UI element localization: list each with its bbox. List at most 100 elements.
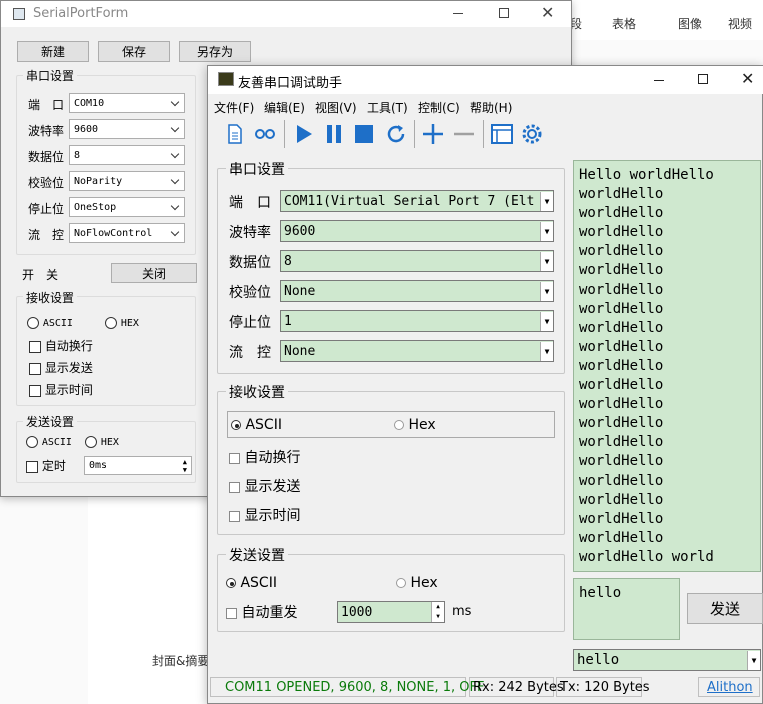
form1-flow-combo[interactable]: NoFlowControl [69,223,185,243]
send-button[interactable]: 发送 [687,593,763,624]
save-button[interactable]: 保存 [98,41,170,62]
window-icon[interactable] [489,120,515,148]
bg-tab-table[interactable]: 表格 [612,15,636,32]
recv-hex-radio[interactable]: Hex [394,417,436,433]
receive-line: worldHello [579,205,664,222]
form1-databits-combo[interactable]: 8 [69,145,185,165]
minus-icon[interactable] [451,120,477,148]
port-group-title: 串口设置 [226,159,288,179]
show-time-checkbox[interactable]: 显示时间 [29,381,93,398]
receive-line: worldHello [579,338,664,355]
databits-combo[interactable]: 8 ▼ [280,250,554,272]
ascii-radio[interactable]: ASCII [27,315,73,329]
receive-line: worldHello [579,510,664,527]
combo-value: 1 [284,313,292,329]
recv-hex-label: Hex [408,417,436,433]
plus-icon[interactable] [420,120,446,148]
receive-line: worldHello [579,377,664,394]
menu-control[interactable]: 控制(C) [418,99,460,116]
spin-arrows-icon[interactable]: ▲ ▼ [183,458,187,474]
play-icon[interactable] [291,120,317,148]
resend-interval-spinbox[interactable]: 1000 ▲ ▼ [337,601,445,623]
form1-parity-combo[interactable]: NoParity [69,171,185,191]
save-as-button[interactable]: 另存为 [179,41,251,62]
menu-tools[interactable]: 工具(T) [367,99,408,116]
bg-tab-image[interactable]: 图像 [678,15,702,32]
flow-combo[interactable]: None ▼ [280,340,554,362]
combo-value: None [284,283,316,299]
form1-port-combo[interactable]: COM10 [69,93,185,113]
form1-titlebar: SerialPortForm ✕ [1,1,571,27]
auto-wrap-checkbox[interactable]: 自动换行 [29,337,93,354]
dropdown-arrow-icon: ▼ [747,650,760,670]
combo-value: 8 [74,149,81,161]
hex-label: HEX [120,318,139,329]
port-combo[interactable]: COM11(Virtual Serial Port 7 (Elt ▼ [280,190,554,212]
close-icon[interactable]: ✕ [741,69,754,88]
minimize-icon[interactable] [654,80,664,81]
menu-file[interactable]: 文件(F) [214,99,254,116]
recv-ascii-radio[interactable]: ASCII [231,417,282,433]
stopbits-combo[interactable]: 1 ▼ [280,310,554,332]
refresh-icon[interactable] [383,120,409,148]
checkbox-label: 自动换行 [44,339,93,353]
receive-line: worldHello [579,396,664,413]
chevron-down-icon [170,176,180,186]
send-ascii-radio[interactable]: ASCII [26,434,72,448]
receive-line: worldHello [579,529,664,546]
auto-wrap-checkbox[interactable]: 自动换行 [229,447,300,467]
menu-edit[interactable]: 编辑(E) [264,99,305,116]
menu-help[interactable]: 帮助(H) [470,99,512,116]
receive-textarea[interactable]: Hello worldHello worldHello worldHello worl… [573,160,761,572]
close-icon[interactable]: ✕ [541,3,554,22]
maximize-icon[interactable] [499,8,509,18]
close-port-button[interactable]: 关闭 [111,263,197,283]
form1-row-label: 停止位 [28,202,65,216]
gear-icon[interactable] [519,120,545,148]
toolbar-separator [284,120,285,148]
send-ascii-radio[interactable]: ASCII [226,575,277,591]
spin-arrows-icon[interactable]: ▲ ▼ [431,602,444,622]
radio-icon [85,435,97,448]
receive-line: worldHello [579,357,664,374]
history-combo[interactable]: hello ▼ [573,649,761,671]
recv-group-title: 接收设置 [226,382,288,402]
minimize-icon[interactable] [453,13,463,14]
bg-tab-video[interactable]: 视频 [728,15,752,32]
loop-icon[interactable] [252,120,278,148]
status-link-text[interactable]: Alithon [707,680,753,695]
show-time-checkbox[interactable]: 显示时间 [229,505,300,525]
auto-resend-checkbox[interactable]: 自动重发 [226,602,297,622]
send-hex-label: Hex [410,575,438,591]
menu-view[interactable]: 视图(V) [315,99,357,116]
stop-icon[interactable] [352,120,376,148]
combo-value: 8 [284,253,292,269]
new-button[interactable]: 新建 [17,41,89,62]
maximize-icon[interactable] [698,74,708,84]
combo-value: None [284,343,316,359]
hex-radio[interactable]: HEX [105,315,139,329]
new-file-icon[interactable] [224,120,246,148]
dropdown-arrow-icon: ▼ [540,281,553,301]
timer-spinbox[interactable]: 0ms ▲ ▼ [84,456,192,475]
form1-row-label: 流 控 [28,228,65,242]
show-send-checkbox[interactable]: 显示发送 [29,359,93,376]
send-hex-radio[interactable]: Hex [396,575,438,591]
pause-icon[interactable] [322,120,346,148]
send-hex-radio[interactable]: HEX [85,434,119,448]
combo-value: OneStop [74,201,117,213]
checkbox-icon [26,460,38,473]
form1-stopbits-combo[interactable]: OneStop [69,197,185,217]
radio-icon [226,578,236,588]
form1-baud-combo[interactable]: 9600 [69,119,185,139]
radio-icon [231,420,241,430]
status-link[interactable]: Alithon [698,677,760,697]
send-textarea[interactable]: hello [573,578,680,640]
baud-combo[interactable]: 9600 ▼ [280,220,554,242]
parity-combo[interactable]: None ▼ [280,280,554,302]
show-send-checkbox[interactable]: 显示发送 [229,476,300,496]
checkbox-icon [229,452,240,464]
menu-bar: 文件(F) 编辑(E) 视图(V) 工具(T) 控制(C) 帮助(H) [208,95,763,117]
timer-checkbox[interactable]: 定时 [26,457,66,474]
save-button-label: 保存 [121,45,146,59]
